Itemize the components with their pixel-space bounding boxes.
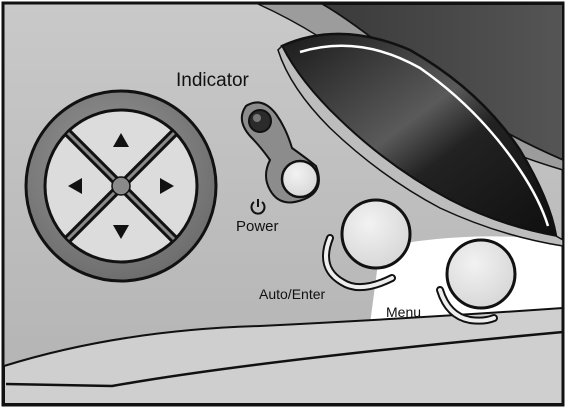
right-button[interactable] (147, 169, 181, 203)
direction-pad[interactable] (24, 89, 218, 283)
auto-enter-button[interactable] (342, 200, 410, 268)
down-button[interactable] (104, 212, 138, 246)
power-icon (250, 199, 266, 215)
power-label: Power (236, 218, 279, 235)
auto-enter-label: Auto/Enter (259, 286, 326, 302)
up-button[interactable] (104, 126, 138, 160)
menu-button[interactable] (447, 240, 515, 308)
panel-artwork (1, 1, 565, 407)
left-button[interactable] (61, 169, 95, 203)
indicator-label: Indicator (176, 70, 249, 91)
power-button[interactable] (282, 161, 318, 197)
menu-label: Menu (386, 304, 422, 320)
control-panel: Indicator Power Auto/Enter Menu (0, 0, 576, 409)
indicator-led-light (249, 110, 271, 132)
